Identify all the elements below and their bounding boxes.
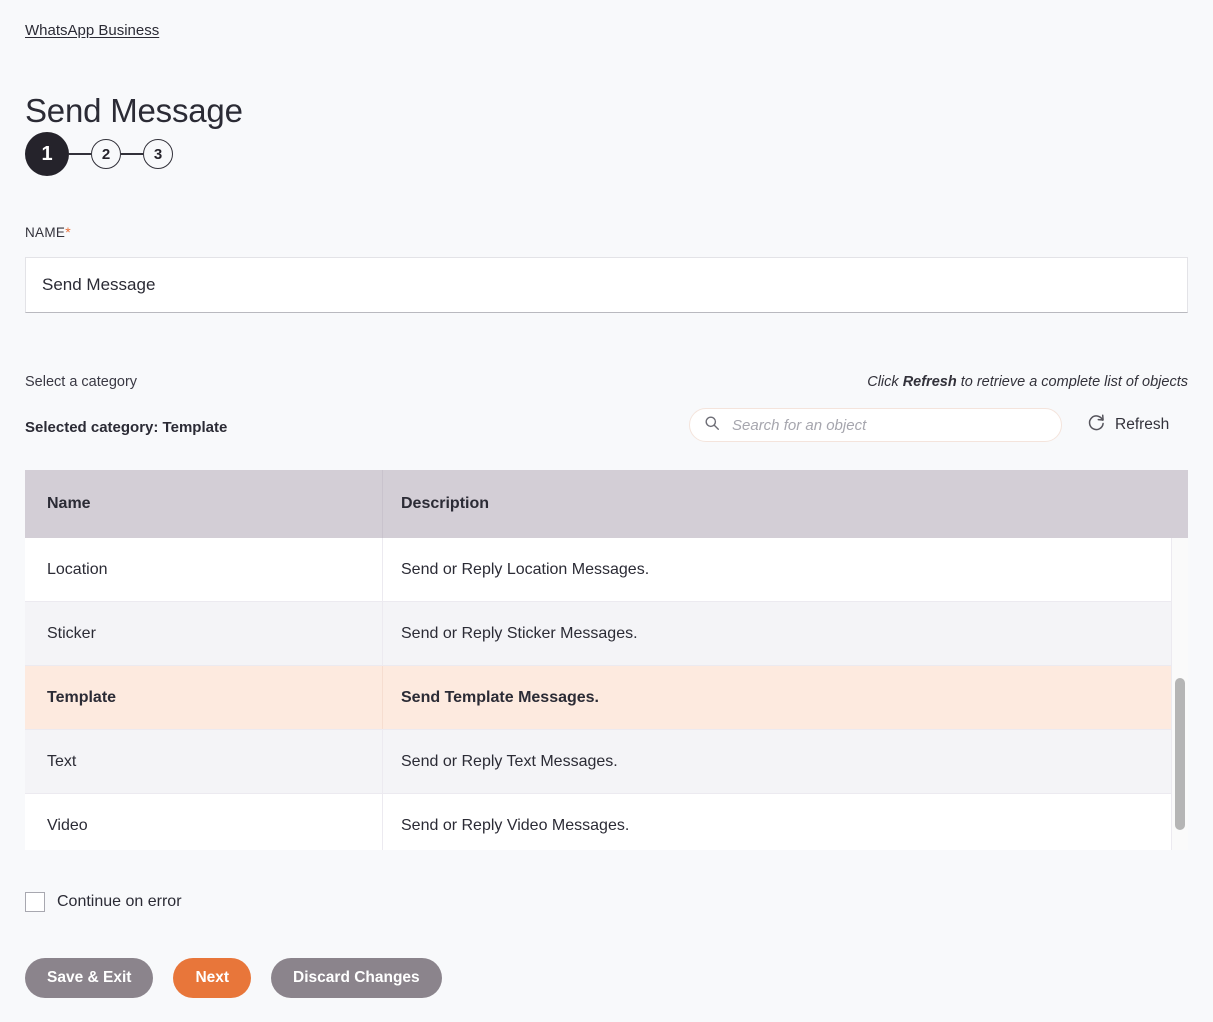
stepper-step-1[interactable]: 1 <box>25 132 69 176</box>
selected-category-label: Selected category: Template <box>25 419 228 436</box>
stepper-step-3[interactable]: 3 <box>143 139 173 169</box>
refresh-button-label: Refresh <box>1115 416 1170 433</box>
search-box[interactable] <box>689 408 1062 442</box>
name-label-text: NAME <box>25 225 66 240</box>
cell-description: Send or Reply Video Messages. <box>382 794 1172 850</box>
cell-description: Send or Reply Text Messages. <box>382 730 1172 793</box>
continue-on-error-row[interactable]: Continue on error <box>25 891 182 912</box>
table-row-selected[interactable]: Template Send Template Messages. <box>25 666 1172 730</box>
table-row[interactable]: Sticker Send or Reply Sticker Messages. <box>25 602 1172 666</box>
discard-changes-button[interactable]: Discard Changes <box>271 958 442 998</box>
table-header-row: Name Description <box>25 470 1188 538</box>
breadcrumb-whatsapp-business[interactable]: WhatsApp Business <box>25 21 159 41</box>
search-input[interactable] <box>730 415 1051 435</box>
refresh-hint-suffix: to retrieve a complete list of objects <box>956 374 1188 390</box>
send-message-page: WhatsApp Business Send Message 1 2 3 NAM… <box>0 0 1213 1022</box>
cell-description: Send or Reply Location Messages. <box>382 538 1172 601</box>
save-and-exit-button[interactable]: Save & Exit <box>25 958 154 998</box>
footer-actions: Save & Exit Next Discard Changes <box>25 958 442 998</box>
cell-description: Send Template Messages. <box>382 666 1172 729</box>
stepper-connector-2 <box>121 153 143 155</box>
page-title: Send Message <box>25 92 243 130</box>
column-header-name[interactable]: Name <box>25 470 382 538</box>
name-input[interactable] <box>25 257 1188 313</box>
table-scrollbar-track[interactable] <box>1171 538 1188 850</box>
refresh-icon <box>1087 414 1106 436</box>
search-icon <box>704 415 720 436</box>
cell-name: Template <box>47 688 117 706</box>
table-body: Location Send or Reply Location Messages… <box>25 538 1188 850</box>
next-button[interactable]: Next <box>173 958 252 998</box>
cell-name: Location <box>47 560 108 578</box>
name-field-label: NAME* <box>25 224 71 241</box>
stepper-connector-1 <box>69 153 91 155</box>
cell-name: Video <box>47 816 88 834</box>
refresh-hint: Click Refresh to retrieve a complete lis… <box>867 373 1188 392</box>
column-header-description[interactable]: Description <box>382 470 1188 538</box>
refresh-hint-bold: Refresh <box>902 374 957 390</box>
stepper-step-2[interactable]: 2 <box>91 139 121 169</box>
table-row[interactable]: Text Send or Reply Text Messages. <box>25 730 1172 794</box>
refresh-hint-prefix: Click <box>867 374 903 390</box>
cell-name: Sticker <box>47 624 96 642</box>
table-row[interactable]: Location Send or Reply Location Messages… <box>25 538 1172 602</box>
required-asterisk: * <box>65 224 71 240</box>
cell-description: Send or Reply Sticker Messages. <box>382 602 1172 665</box>
continue-on-error-checkbox[interactable] <box>25 891 45 912</box>
table-row[interactable]: Video Send or Reply Video Messages. <box>25 794 1172 850</box>
continue-on-error-label: Continue on error <box>57 893 182 910</box>
table-scrollbar-thumb[interactable] <box>1175 678 1185 830</box>
stepper: 1 2 3 <box>25 131 173 177</box>
objects-table: Name Description Location Send or Reply … <box>25 470 1188 850</box>
select-category-label: Select a category <box>25 374 138 390</box>
refresh-button[interactable]: Refresh <box>1087 414 1169 436</box>
cell-name: Text <box>47 752 77 770</box>
